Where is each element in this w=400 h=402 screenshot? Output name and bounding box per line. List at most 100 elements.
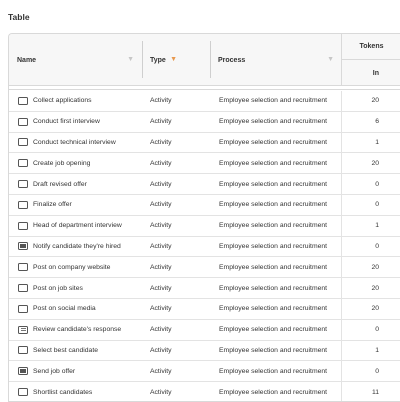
cell-process: Employee selection and recruitment <box>219 263 328 271</box>
cell-process: Employee selection and recruitment <box>219 222 328 230</box>
task-icon <box>18 117 28 126</box>
cell-type: Activity <box>150 118 172 126</box>
cell-type: Activity <box>150 138 172 146</box>
cell-tokens-in: 0 <box>375 326 379 334</box>
cell-tokens-in: 0 <box>375 201 379 209</box>
cell-tokens-in: 1 <box>375 138 379 146</box>
table-row[interactable]: Create job opening Activity Employee selec… <box>9 153 400 175</box>
cell-name-text: Review candidate's response <box>33 326 122 334</box>
sort-descending-icon[interactable]: ▼ <box>170 56 177 63</box>
cell-type: Activity <box>150 180 172 188</box>
table-row[interactable]: Draft revised offer Activity Employee sele… <box>9 174 400 195</box>
cell-type: Activity <box>150 159 172 167</box>
cell-name-text: Post on social media <box>33 305 96 313</box>
table-row[interactable]: Review candidate's response Activity Emplo… <box>9 319 400 341</box>
cell-name: Send job offer <box>18 361 75 381</box>
cell-name-text: Post on job sites <box>33 284 83 292</box>
column-header-tokens-in[interactable]: In <box>342 60 400 86</box>
cell-type: Activity <box>150 263 172 271</box>
table-row[interactable]: Shortlist candidates Activity Employee sel… <box>9 382 400 401</box>
cell-name-text: Conduct first interview <box>33 118 100 126</box>
cell-tokens-in: 20 <box>371 97 379 105</box>
cell-name-text: Select best candidate <box>33 346 98 354</box>
cell-type: Activity <box>150 97 172 105</box>
table-row[interactable]: Collect applications Activity Employee sel… <box>9 91 400 112</box>
column-header-type[interactable]: Type ▼ <box>142 34 210 86</box>
cell-name: Post on job sites <box>18 278 83 298</box>
cell-name: Post on company website <box>18 257 110 277</box>
task-icon <box>18 221 28 230</box>
table-row[interactable]: Post on job sites Activity Employee select… <box>9 278 400 299</box>
cell-name: Collect applications <box>18 91 92 111</box>
column-header-name-label: Name <box>17 56 37 64</box>
sort-icon[interactable]: ▼ <box>127 56 134 63</box>
cell-tokens-in: 0 <box>375 180 379 188</box>
cell-tokens-in: 20 <box>371 305 379 313</box>
column-header-name[interactable]: Name ▼ <box>9 34 142 86</box>
section-title: Table <box>8 12 30 22</box>
task-icon <box>18 388 28 397</box>
cell-process: Employee selection and recruitment <box>219 97 328 105</box>
sort-icon[interactable]: ▼ <box>327 56 334 63</box>
column-header-process-label: Process <box>218 56 246 64</box>
column-header-process[interactable]: Process ▼ <box>210 34 342 86</box>
cell-type: Activity <box>150 388 172 396</box>
send-task-icon <box>18 242 28 251</box>
cell-type: Activity <box>150 346 172 354</box>
cell-process: Employee selection and recruitment <box>219 284 328 292</box>
cell-process: Employee selection and recruitment <box>219 367 328 375</box>
cell-name-text: Post on company website <box>33 263 111 271</box>
column-header-type-label: Type <box>150 56 166 64</box>
data-table: Name ▼ Type ▼ Process ▼ Tokens In Collec… <box>8 33 400 402</box>
task-icon <box>18 200 28 209</box>
cell-name: Finalize offer <box>18 195 72 215</box>
table-row[interactable]: Head of department interview Activity Empl… <box>9 215 400 237</box>
cell-name-text: Notify candidate they're hired <box>33 242 121 250</box>
cell-process: Employee selection and recruitment <box>219 180 328 188</box>
cell-type: Activity <box>150 222 172 230</box>
table-header: Name ▼ Type ▼ Process ▼ Tokens In <box>9 34 400 86</box>
task-icon <box>18 159 28 168</box>
cell-name-text: Create job opening <box>33 159 91 167</box>
cell-name: Notify candidate they're hired <box>18 237 121 257</box>
cell-name-text: Send job offer <box>33 367 76 375</box>
table-row[interactable]: Conduct technical interview Activity Emplo… <box>9 132 400 154</box>
cell-process: Employee selection and recruitment <box>219 326 328 334</box>
cell-tokens-in: 11 <box>371 388 379 396</box>
send-task-icon <box>18 367 28 376</box>
table-row[interactable]: Post on company website Activity Employee … <box>9 257 400 279</box>
cell-tokens-in: 20 <box>371 263 379 271</box>
cell-process: Employee selection and recruitment <box>219 388 328 396</box>
cell-process: Employee selection and recruitment <box>219 138 328 146</box>
table-row[interactable]: Send job offer Activity Employee selection… <box>9 361 400 383</box>
cell-tokens-in: 20 <box>371 159 379 167</box>
cell-name: Head of department interview <box>18 216 122 236</box>
column-group-tokens: Tokens <box>342 34 400 60</box>
cell-type: Activity <box>150 284 172 292</box>
table-row[interactable]: Select best candidate Activity Employee se… <box>9 340 400 362</box>
cell-tokens-in: 1 <box>375 346 379 354</box>
user-task-icon <box>18 325 28 334</box>
task-icon <box>18 263 28 272</box>
cell-name-text: Finalize offer <box>33 201 72 209</box>
task-icon <box>18 284 28 293</box>
cell-process: Employee selection and recruitment <box>219 118 328 126</box>
cell-tokens-in: 6 <box>375 118 379 126</box>
task-icon <box>18 96 28 105</box>
cell-process: Employee selection and recruitment <box>219 159 328 167</box>
cell-name: Review candidate's response <box>18 320 121 340</box>
cell-type: Activity <box>150 201 172 209</box>
table-row[interactable]: Post on social media Activity Employee sel… <box>9 299 400 320</box>
cell-type: Activity <box>150 367 172 375</box>
cell-name: Draft revised offer <box>18 174 87 194</box>
cell-name: Select best candidate <box>18 341 98 361</box>
table-row[interactable]: Notify candidate they're hired Activity Em… <box>9 236 400 258</box>
cell-process: Employee selection and recruitment <box>219 305 328 313</box>
cell-name-text: Head of department interview <box>33 222 122 230</box>
cell-process: Employee selection and recruitment <box>219 346 328 354</box>
cell-process: Employee selection and recruitment <box>219 242 328 250</box>
cell-type: Activity <box>150 326 172 334</box>
table-row[interactable]: Conduct first interview Activity Employee … <box>9 111 400 133</box>
table-row[interactable]: Finalize offer Activity Employee selection… <box>9 195 400 216</box>
cell-name-text: Collect applications <box>33 97 92 105</box>
